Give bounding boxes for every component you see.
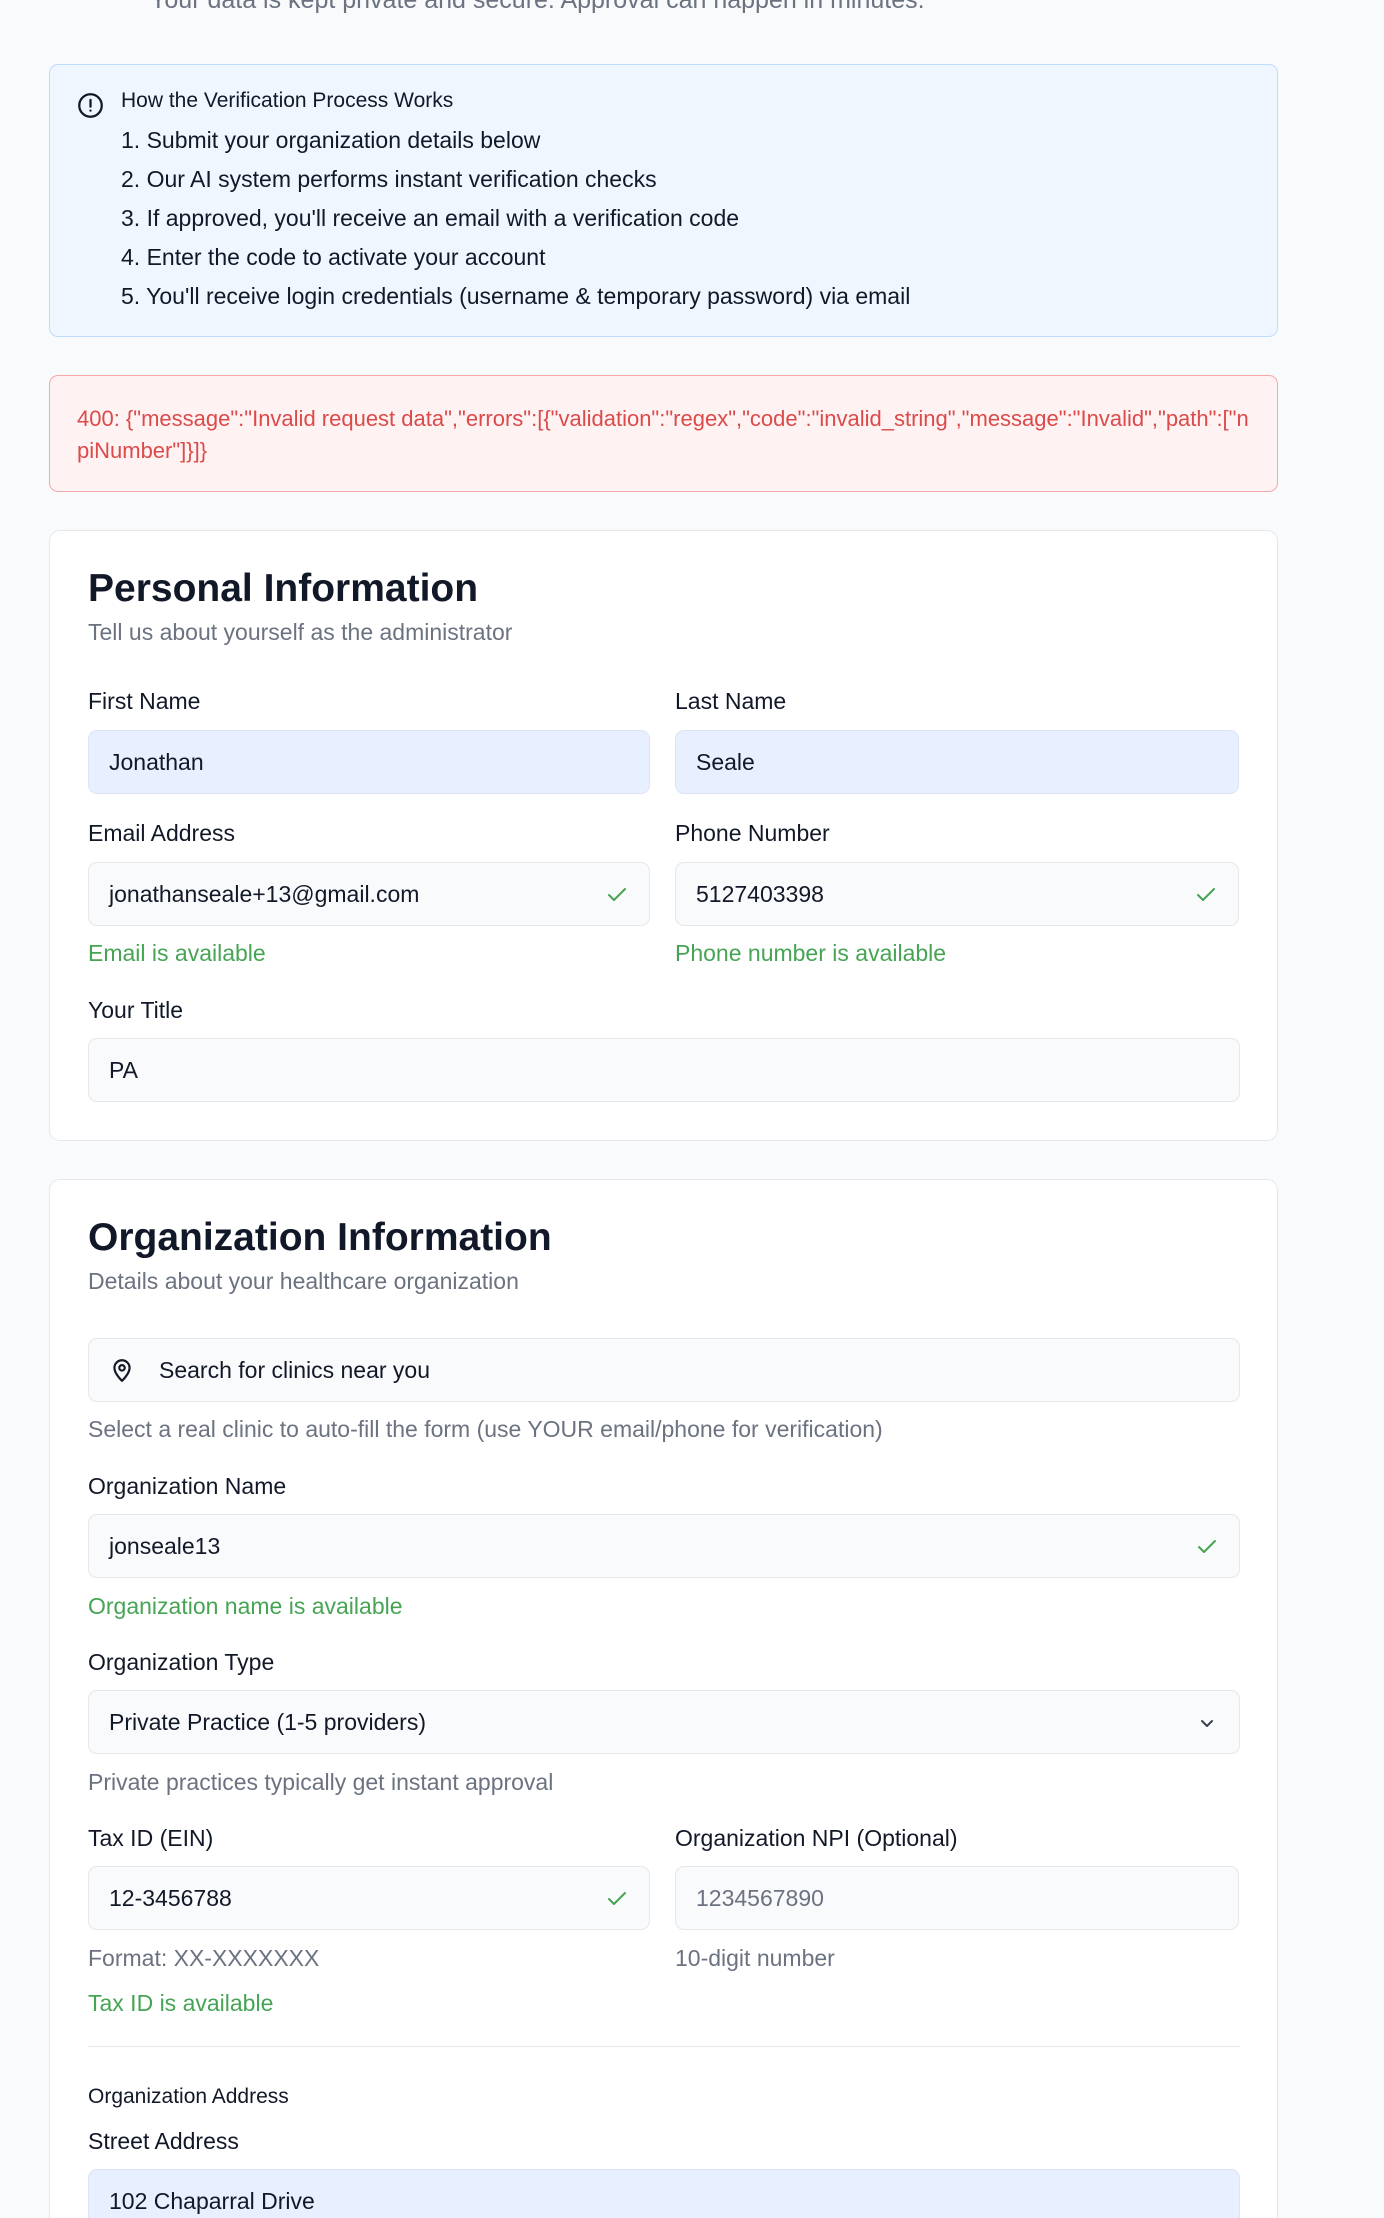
clinic-search-placeholder: Search for clinics near you	[159, 1356, 431, 1383]
section-divider	[88, 2046, 1240, 2047]
process-step: 5. You'll receive login credentials (use…	[121, 283, 911, 309]
org-type-value: Private Practice (1-5 providers)	[109, 1708, 426, 1735]
map-pin-icon	[113, 1359, 131, 1382]
last-name-input[interactable]: Seale	[675, 730, 1239, 794]
tax-id-input[interactable]: 12-3456788	[88, 1866, 650, 1930]
org-name-input[interactable]: jonseale13	[88, 1514, 1240, 1578]
check-icon	[1198, 1540, 1216, 1553]
title-value: PA	[109, 1056, 138, 1083]
process-steps: 1. Submit your organization details belo…	[121, 125, 910, 320]
last-name-label: Last Name	[675, 688, 787, 714]
street-input[interactable]: 102 Chaparral Drive	[88, 2169, 1240, 2218]
verification-info-box: How the Verification Process Works 1. Su…	[49, 64, 1278, 337]
personal-information-card: Personal Information Tell us about yours…	[49, 530, 1278, 1141]
org-type-hint: Private practices typically get instant …	[88, 1769, 554, 1795]
npi-input[interactable]: 1234567890	[675, 1866, 1239, 1930]
org-type-label: Organization Type	[88, 1649, 275, 1675]
error-alert: 400: {"message":"Invalid request data","…	[49, 375, 1278, 492]
process-step: 2. Our AI system performs instant verifi…	[121, 166, 657, 192]
top-cut-text: Your data is kept private and secure. Ap…	[150, 0, 925, 14]
chevron-down-icon	[1201, 1720, 1213, 1727]
org-name-status: Organization name is available	[88, 1593, 403, 1619]
last-name-value: Seale	[696, 748, 755, 775]
npi-placeholder: 1234567890	[696, 1884, 824, 1911]
info-title: How the Verification Process Works	[121, 89, 454, 112]
section-subtitle: Tell us about yourself as the administra…	[88, 619, 513, 645]
check-icon	[1197, 888, 1215, 901]
section-title: Organization Information	[88, 1216, 552, 1259]
street-value: 102 Chaparral Drive	[109, 2187, 315, 2214]
tax-id-status: Tax ID is available	[88, 1990, 274, 2016]
org-name-label: Organization Name	[88, 1473, 287, 1499]
title-input[interactable]: PA	[88, 1038, 1240, 1102]
street-label: Street Address	[88, 2128, 239, 2154]
phone-status: Phone number is available	[675, 940, 947, 966]
check-icon	[608, 888, 626, 901]
organization-information-card: Organization Information Details about y…	[49, 1179, 1278, 2218]
first-name-input[interactable]: Jonathan	[88, 730, 650, 794]
phone-input[interactable]: 5127403398	[675, 862, 1239, 926]
org-name-value: jonseale13	[109, 1532, 221, 1559]
first-name-value: Jonathan	[109, 748, 204, 775]
tax-id-format-hint: Format: XX-XXXXXXX	[88, 1945, 320, 1971]
org-type-select[interactable]: Private Practice (1-5 providers)	[88, 1690, 1240, 1754]
section-title: Personal Information	[88, 567, 479, 610]
address-heading: Organization Address	[88, 2085, 289, 2108]
email-value: jonathanseale+13@gmail.com	[109, 880, 420, 907]
npi-label: Organization NPI (Optional)	[675, 1825, 958, 1851]
check-icon	[608, 1892, 626, 1905]
title-label: Your Title	[88, 997, 184, 1023]
phone-value: 5127403398	[696, 880, 824, 907]
process-step: 4. Enter the code to activate your accou…	[121, 244, 546, 270]
email-input[interactable]: jonathanseale+13@gmail.com	[88, 862, 650, 926]
process-step: 1. Submit your organization details belo…	[121, 127, 541, 153]
error-message: 400: {"message":"Invalid request data","…	[77, 406, 1249, 463]
first-name-label: First Name	[88, 688, 201, 714]
email-status: Email is available	[88, 940, 266, 966]
phone-label: Phone Number	[675, 820, 830, 846]
tax-id-label: Tax ID (EIN)	[88, 1825, 214, 1851]
email-label: Email Address	[88, 820, 236, 846]
clinic-search-input[interactable]: Search for clinics near you	[88, 1338, 1240, 1402]
tax-id-value: 12-3456788	[109, 1884, 232, 1911]
npi-hint: 10-digit number	[675, 1945, 835, 1971]
section-subtitle: Details about your healthcare organizati…	[88, 1268, 519, 1294]
alert-circle-icon	[78, 93, 103, 118]
process-step: 3. If approved, you'll receive an email …	[121, 205, 740, 231]
clinic-search-hint: Select a real clinic to auto-fill the fo…	[88, 1416, 883, 1442]
